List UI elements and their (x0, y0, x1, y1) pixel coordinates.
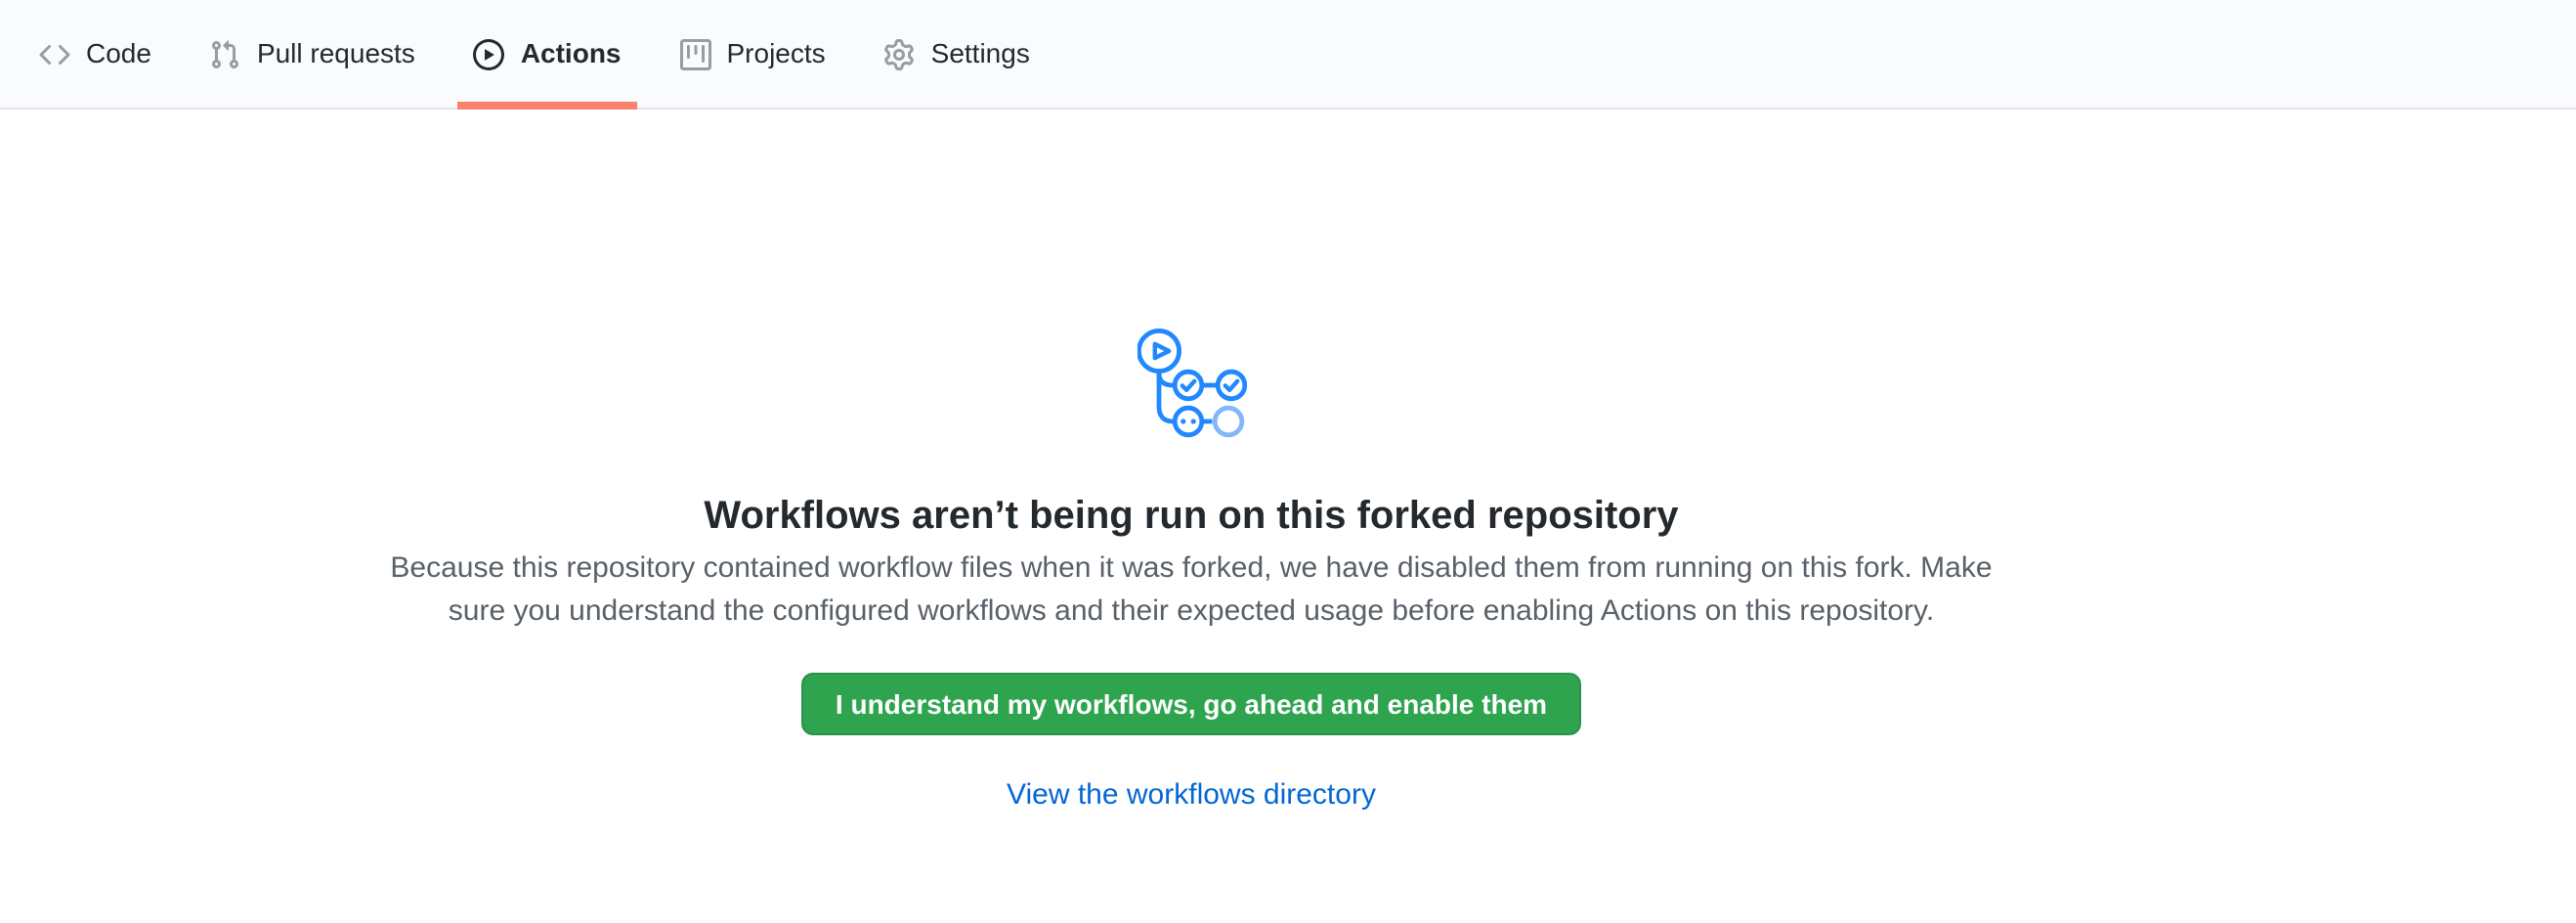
project-icon (680, 38, 711, 69)
description-line-1: Because this repository contained workfl… (390, 548, 1992, 591)
tab-code[interactable]: Code (23, 0, 167, 108)
active-tab-underline (458, 102, 637, 110)
blankslate-description: Because this repository contained workfl… (390, 548, 1992, 634)
tab-actions-label: Actions (521, 33, 622, 74)
gear-icon (884, 38, 916, 69)
git-pull-request-icon (210, 38, 241, 69)
tab-pull-requests[interactable]: Pull requests (194, 0, 431, 108)
repo-tabbar: Code Pull requests Actions (0, 0, 2576, 110)
play-icon (474, 38, 505, 69)
tab-actions[interactable]: Actions (458, 0, 637, 108)
page: Code Pull requests Actions (0, 0, 2576, 923)
workflow-icon (1137, 329, 1246, 438)
enable-workflows-button[interactable]: I understand my workflows, go ahead and … (802, 673, 1580, 735)
tab-code-label: Code (86, 33, 151, 74)
view-workflows-directory-link[interactable]: View the workflows directory (1007, 774, 1376, 817)
blankslate-heading: Workflows aren’t being run on this forke… (704, 487, 1678, 546)
tab-pull-requests-label: Pull requests (257, 33, 415, 74)
tab-projects[interactable]: Projects (665, 0, 841, 108)
blankslate-content: Workflows aren’t being run on this forke… (0, 110, 2383, 817)
tab-settings[interactable]: Settings (869, 0, 1046, 108)
description-line-2: sure you understand the configured workf… (390, 591, 1992, 634)
actions-blankslate: Workflows aren’t being run on this forke… (0, 110, 2576, 817)
code-icon (39, 38, 70, 69)
tab-projects-label: Projects (727, 33, 826, 74)
tab-settings-label: Settings (931, 33, 1030, 74)
